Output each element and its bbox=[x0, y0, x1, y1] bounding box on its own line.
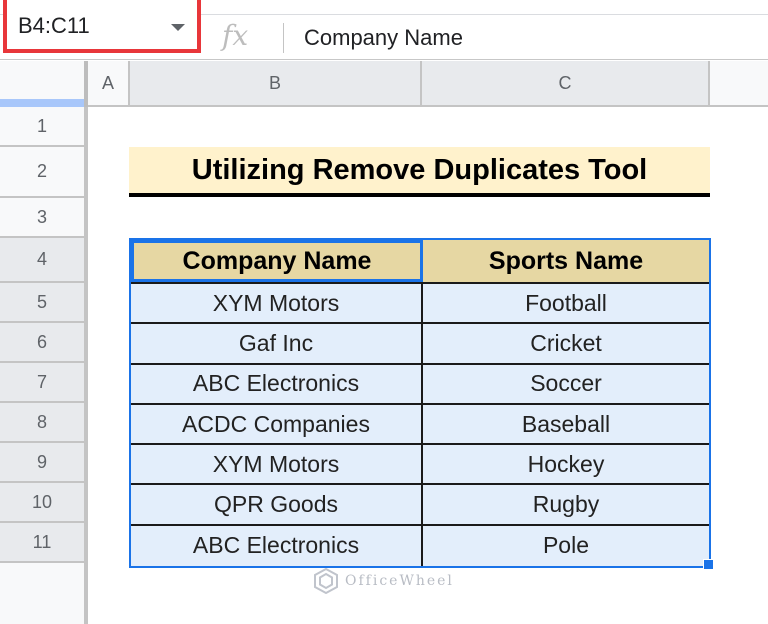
fx-icon: fx bbox=[222, 19, 249, 52]
sport-cell[interactable]: Soccer bbox=[423, 365, 709, 403]
header-company-name[interactable]: Company Name bbox=[131, 240, 423, 282]
data-table: Company Name Sports Name XYM Motors Foot… bbox=[129, 238, 711, 569]
formula-input[interactable]: Company Name bbox=[304, 25, 463, 51]
sport-cell[interactable]: Football bbox=[423, 284, 709, 322]
row-header-4[interactable]: 4 bbox=[0, 238, 84, 283]
table-row: XYM Motors Football bbox=[131, 284, 709, 325]
table-row: ACDC Companies Baseball bbox=[131, 404, 709, 446]
watermark-text: OfficeWheel bbox=[345, 573, 454, 589]
row-header-9[interactable]: 9 bbox=[0, 443, 84, 483]
row-header-7[interactable]: 7 bbox=[0, 363, 84, 403]
company-cell[interactable]: ABC Electronics bbox=[131, 525, 423, 567]
row-header-5[interactable]: 5 bbox=[0, 283, 84, 323]
company-cell[interactable]: QPR Goods bbox=[131, 485, 423, 524]
company-cell[interactable]: XYM Motors bbox=[131, 284, 423, 323]
column-header-a[interactable]: A bbox=[88, 61, 130, 107]
row-header-2[interactable]: 2 bbox=[0, 147, 84, 198]
name-box[interactable]: B4:C11 bbox=[3, 0, 201, 53]
company-cell[interactable]: ABC Electronics bbox=[131, 364, 423, 403]
watermark: OfficeWheel bbox=[313, 568, 454, 594]
table-row: XYM Motors Hockey bbox=[131, 445, 709, 486]
chevron-down-icon[interactable] bbox=[171, 24, 185, 31]
company-cell[interactable]: XYM Motors bbox=[131, 445, 423, 484]
column-header-d[interactable] bbox=[710, 61, 768, 107]
sport-cell[interactable]: Rugby bbox=[423, 485, 709, 523]
company-cell[interactable]: ACDC Companies bbox=[131, 404, 423, 444]
table-row: Gaf Inc Cricket bbox=[131, 324, 709, 365]
selection-indicator bbox=[0, 99, 84, 107]
formula-divider bbox=[283, 23, 284, 53]
sport-cell[interactable]: Hockey bbox=[423, 445, 709, 483]
row-header-3[interactable]: 3 bbox=[0, 198, 84, 238]
fill-handle[interactable] bbox=[703, 559, 714, 570]
table-row: QPR Goods Rugby bbox=[131, 485, 709, 526]
company-cell[interactable]: Gaf Inc bbox=[131, 324, 423, 363]
row-header-1[interactable]: 1 bbox=[0, 107, 84, 147]
sheet-title[interactable]: Utilizing Remove Duplicates Tool bbox=[129, 147, 710, 197]
sport-cell[interactable]: Baseball bbox=[423, 405, 709, 443]
table-row: ABC Electronics Soccer bbox=[131, 364, 709, 405]
row-header-10[interactable]: 10 bbox=[0, 483, 84, 523]
row-headers: 1 2 3 4 5 6 7 8 9 10 11 bbox=[0, 107, 88, 624]
column-header-b[interactable]: B bbox=[130, 61, 422, 107]
row-header-11[interactable]: 11 bbox=[0, 523, 84, 563]
table-header-row: Company Name Sports Name bbox=[131, 240, 709, 284]
officewheel-logo-icon bbox=[314, 568, 338, 594]
row-header-8[interactable]: 8 bbox=[0, 403, 84, 443]
column-header-c[interactable]: C bbox=[422, 61, 710, 107]
name-box-value: B4:C11 bbox=[18, 13, 90, 38]
table-row: ABC Electronics Pole bbox=[131, 525, 709, 567]
sport-cell[interactable]: Pole bbox=[423, 526, 709, 566]
row-header-6[interactable]: 6 bbox=[0, 323, 84, 363]
sport-cell[interactable]: Cricket bbox=[423, 324, 709, 362]
header-sports-name[interactable]: Sports Name bbox=[423, 240, 709, 282]
